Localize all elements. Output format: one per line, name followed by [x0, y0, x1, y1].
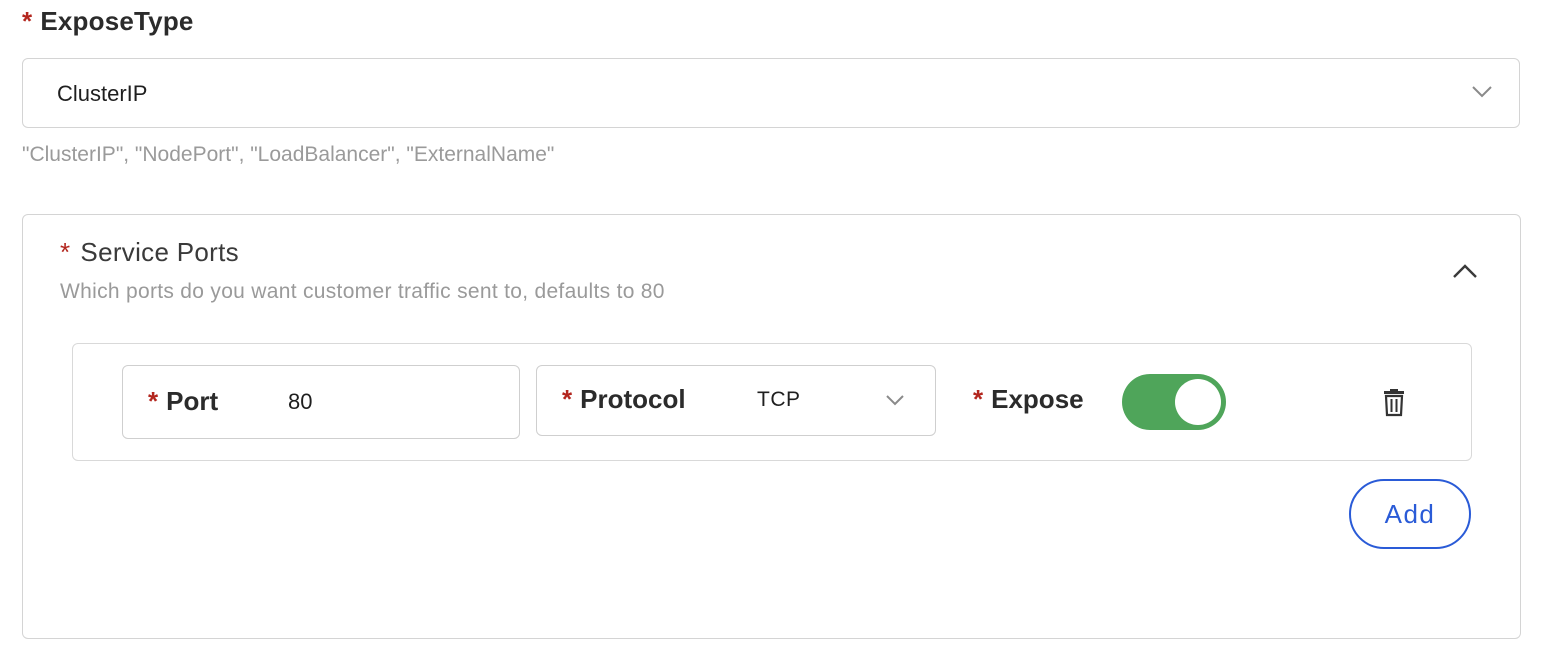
service-ports-card: * Service Ports Which ports do you want c…	[22, 214, 1521, 639]
add-port-button[interactable]: Add	[1349, 479, 1471, 549]
required-marker: *	[148, 386, 159, 416]
expose-type-helper-text: "ClusterIP", "NodePort", "LoadBalancer",…	[22, 143, 555, 166]
service-ports-description: Which ports do you want customer traffic…	[60, 280, 665, 303]
protocol-label: * Protocol	[562, 384, 686, 415]
protocol-select[interactable]: * Protocol TCP	[536, 365, 936, 436]
required-marker: *	[973, 384, 984, 414]
port-label-text: Port	[166, 386, 219, 416]
required-marker: *	[562, 384, 573, 414]
chevron-up-icon[interactable]	[1452, 263, 1478, 279]
port-field[interactable]: * Port	[122, 365, 520, 439]
expose-label: * Expose	[973, 384, 1084, 415]
expose-label-text: Expose	[991, 384, 1084, 414]
trash-icon[interactable]	[1382, 387, 1406, 417]
service-ports-title: * Service Ports	[60, 237, 239, 268]
required-marker: *	[60, 237, 71, 267]
protocol-label-text: Protocol	[580, 384, 686, 414]
port-label: * Port	[148, 386, 218, 417]
service-ports-title-text: Service Ports	[80, 237, 239, 267]
expose-type-label-text: ExposeType	[40, 6, 194, 36]
required-marker: *	[22, 6, 33, 36]
protocol-selected-value: TCP	[757, 388, 801, 411]
port-row: *Port *Protocol TCP *Expose	[72, 343, 1472, 461]
expose-type-selected-value: ClusterIP	[57, 81, 148, 106]
chevron-down-icon	[886, 395, 904, 406]
toggle-knob	[1175, 379, 1221, 425]
expose-type-label: * ExposeType	[22, 6, 194, 37]
port-input[interactable]	[288, 386, 488, 418]
expose-type-select[interactable]: ClusterIP	[22, 58, 1520, 128]
expose-toggle[interactable]	[1122, 374, 1226, 430]
chevron-down-icon	[1472, 86, 1492, 98]
